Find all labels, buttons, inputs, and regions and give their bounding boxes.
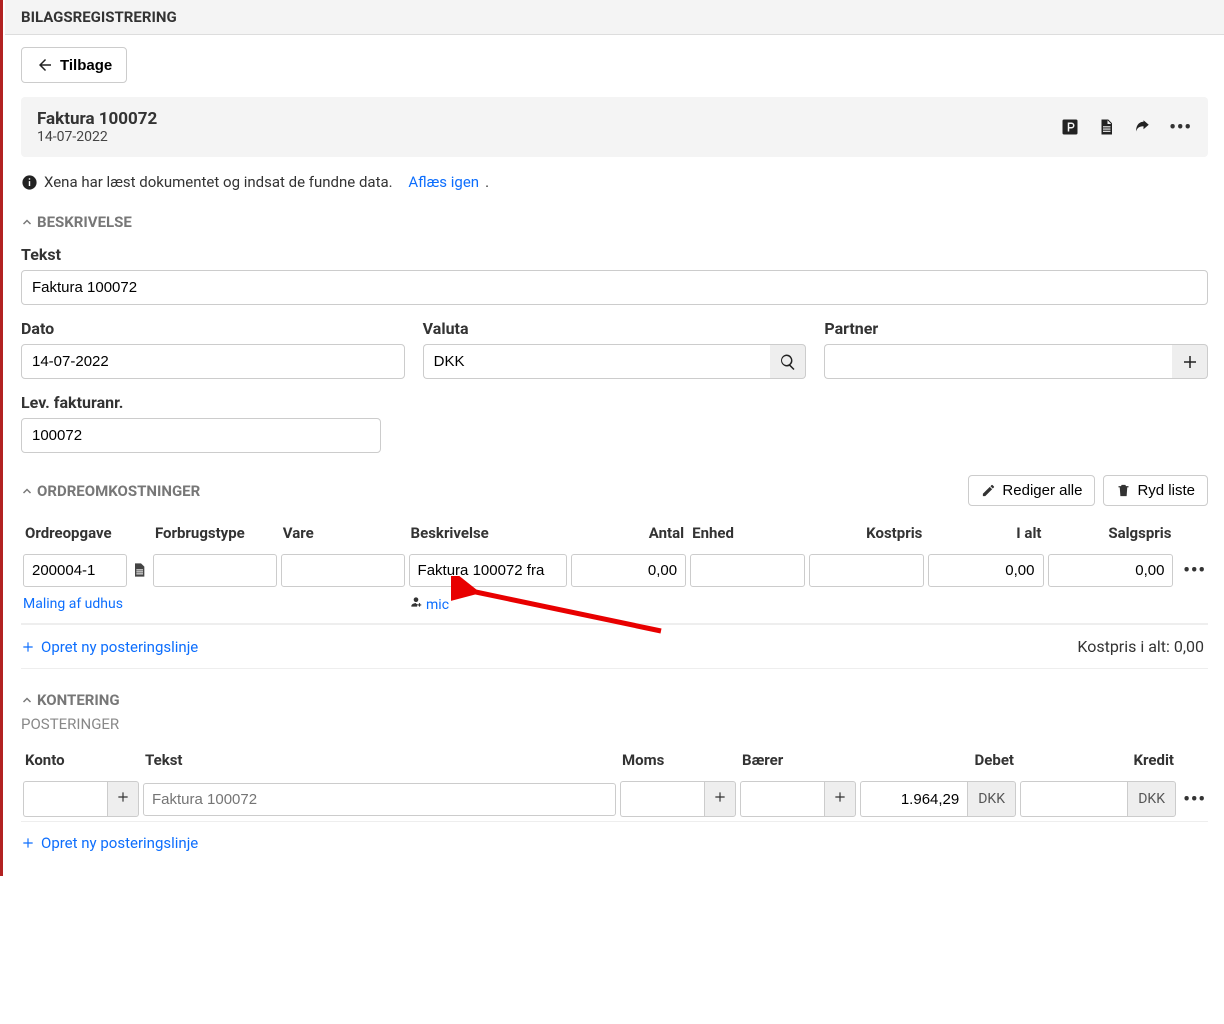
plus-icon <box>21 836 35 850</box>
forbrugstype-input[interactable] <box>153 554 277 587</box>
total-cost: Kostpris i alt: 0,00 <box>1073 625 1208 668</box>
info-icon <box>21 174 38 191</box>
ialt-input[interactable] <box>928 554 1043 587</box>
table-row: DKK DKK ••• <box>21 777 1208 821</box>
card-date: 14-07-2022 <box>37 129 157 145</box>
debet-input[interactable] <box>860 781 967 817</box>
info-row: Xena har læst dokumentet og indsat de fu… <box>21 173 1208 191</box>
col-moms: Moms <box>618 743 738 777</box>
row-more-icon[interactable]: ••• <box>1183 789 1206 810</box>
card-title: Faktura 100072 <box>37 109 157 129</box>
lev-label: Lev. fakturanr. <box>21 393 381 412</box>
moms-add[interactable] <box>704 781 736 817</box>
parking-icon[interactable] <box>1061 118 1079 136</box>
user-link[interactable]: mic <box>426 597 449 613</box>
ordreopgave-input[interactable] <box>23 554 127 587</box>
kredit-input[interactable] <box>1020 781 1127 817</box>
section-kontering[interactable]: KONTERING <box>21 691 1208 709</box>
col-konto: Konto <box>21 743 141 777</box>
edit-all-button[interactable]: Rediger alle <box>968 475 1095 506</box>
section-beskrivelse[interactable]: BESKRIVELSE <box>21 213 1208 231</box>
baerer-add[interactable] <box>824 781 856 817</box>
col-ialt: I alt <box>926 516 1045 550</box>
document-card: Faktura 100072 14-07-2022 ••• <box>21 97 1208 157</box>
section-ordre[interactable]: ORDREOMKOSTNINGER <box>21 482 200 500</box>
col-enhed: Enhed <box>688 516 807 550</box>
dato-label: Dato <box>21 319 405 338</box>
document-icon[interactable] <box>1097 118 1115 136</box>
row-more-icon[interactable]: ••• <box>1183 560 1206 581</box>
konto-add[interactable] <box>107 781 139 817</box>
col-baerer: Bærer <box>738 743 858 777</box>
kredit-currency: DKK <box>1127 781 1176 817</box>
col-vare: Vare <box>279 516 407 550</box>
valuta-label: Valuta <box>423 319 807 338</box>
plus-icon <box>833 790 847 808</box>
chevron-up-icon <box>21 216 33 228</box>
trash-icon <box>1116 483 1131 498</box>
back-label: Tilbage <box>60 57 112 74</box>
col-forbrugstype: Forbrugstype <box>151 516 279 550</box>
more-icon[interactable]: ••• <box>1169 117 1192 138</box>
antal-input[interactable] <box>571 554 686 587</box>
add-posting-line[interactable]: Opret ny posteringslinje <box>21 626 198 668</box>
beskrivelse-input[interactable] <box>409 554 567 587</box>
col-kostpris: Kostpris <box>807 516 926 550</box>
tekst-input[interactable] <box>143 783 616 816</box>
share-icon[interactable] <box>1133 118 1151 136</box>
salgspris-input[interactable] <box>1048 554 1174 587</box>
info-text: Xena har læst dokumentet og indsat de fu… <box>44 173 393 191</box>
vare-input[interactable] <box>281 554 405 587</box>
clear-list-button[interactable]: Ryd liste <box>1103 475 1208 506</box>
arrow-left-icon <box>36 56 54 74</box>
edit-icon <box>981 483 996 498</box>
reload-link[interactable]: Aflæs igen <box>408 173 479 191</box>
project-link[interactable]: Maling af udhus <box>23 596 123 612</box>
baerer-input[interactable] <box>740 781 824 817</box>
moms-input[interactable] <box>620 781 704 817</box>
table-row: ••• <box>21 550 1208 591</box>
partner-label: Partner <box>824 319 1208 338</box>
valuta-input[interactable] <box>423 344 771 379</box>
ordre-table: Ordreopgave Forbrugstype Vare Beskrivels… <box>21 516 1208 624</box>
konto-input[interactable] <box>23 781 107 817</box>
plus-icon <box>21 640 35 654</box>
col-salgspris: Salgspris <box>1046 516 1176 550</box>
valuta-search[interactable] <box>770 344 806 379</box>
col-ordreopgave: Ordreopgave <box>21 516 151 550</box>
tekst-label: Tekst <box>21 245 1208 264</box>
chevron-up-icon <box>21 694 33 706</box>
plus-icon <box>116 790 130 808</box>
dato-input[interactable] <box>21 344 405 379</box>
tekst-input[interactable] <box>21 270 1208 305</box>
plus-icon <box>713 790 727 808</box>
page-title: BILAGSREGISTRERING <box>5 0 1224 35</box>
plus-icon <box>1181 353 1199 371</box>
col-debet: Debet <box>858 743 1018 777</box>
col-antal: Antal <box>569 516 688 550</box>
enhed-input[interactable] <box>690 554 805 587</box>
partner-add[interactable] <box>1172 344 1208 379</box>
back-button[interactable]: Tilbage <box>21 47 127 83</box>
col-tekst: Tekst <box>141 743 618 777</box>
partner-input[interactable] <box>824 344 1172 379</box>
col-beskrivelse: Beskrivelse <box>407 516 569 550</box>
doc-icon[interactable] <box>131 562 149 580</box>
kontering-table: Konto Tekst Moms Bærer Debet Kredit <box>21 743 1208 821</box>
lev-input[interactable] <box>21 418 381 453</box>
kostpris-input[interactable] <box>809 554 924 587</box>
chevron-up-icon <box>21 485 33 497</box>
user-icon <box>409 597 426 613</box>
add-kontering-line[interactable]: Opret ny posteringslinje <box>21 821 1208 864</box>
posteringer-label: POSTERINGER <box>21 715 1208 733</box>
search-icon <box>779 353 797 371</box>
col-kredit: Kredit <box>1018 743 1178 777</box>
debet-currency: DKK <box>967 781 1016 817</box>
